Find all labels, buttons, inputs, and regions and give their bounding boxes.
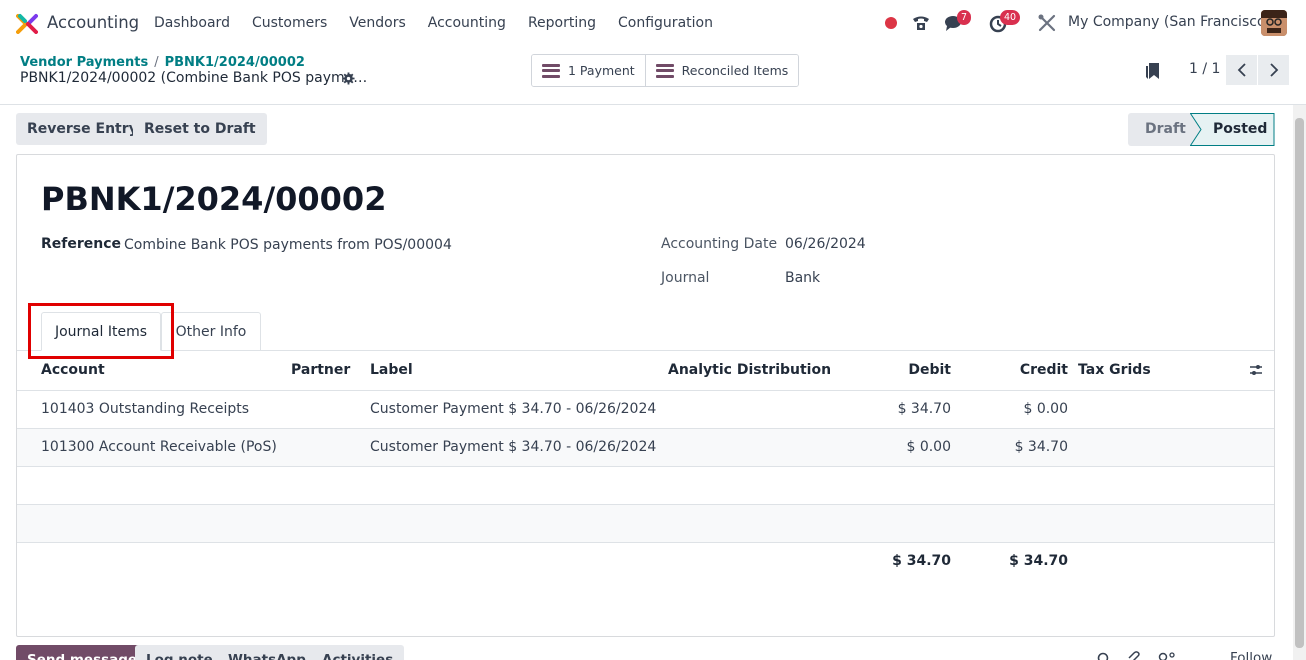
main-menu: Dashboard Customers Vendors Accounting R… xyxy=(143,0,724,46)
table-divider xyxy=(17,390,1274,391)
menu-reporting[interactable]: Reporting xyxy=(517,15,607,31)
menu-accounting[interactable]: Accounting xyxy=(417,15,517,31)
top-navbar: Accounting Dashboard Customers Vendors A… xyxy=(0,0,1306,46)
followers-icon[interactable] xyxy=(1157,651,1179,660)
recording-indicator-icon[interactable] xyxy=(885,17,897,29)
activities-badge: 40 xyxy=(1000,10,1021,25)
send-message-button[interactable]: Send message xyxy=(16,645,149,660)
log-note-button[interactable]: Log note xyxy=(135,645,224,660)
payment-smart-button[interactable]: 1 Payment xyxy=(532,55,645,86)
menu-customers[interactable]: Customers xyxy=(241,15,338,31)
smart-buttons: 1 Payment Reconciled Items xyxy=(531,54,800,87)
reset-to-draft-button[interactable]: Reset to Draft xyxy=(133,113,267,145)
status-posted[interactable]: Posted xyxy=(1213,113,1267,146)
chevron-left-icon xyxy=(1237,63,1246,77)
journal-field[interactable]: Bank xyxy=(785,270,820,286)
table-divider xyxy=(17,466,1274,467)
gear-icon[interactable] xyxy=(342,72,355,85)
col-tax-grids[interactable]: Tax Grids xyxy=(1078,362,1151,378)
col-label[interactable]: Label xyxy=(370,362,413,378)
whatsapp-button[interactable]: WhatsApp xyxy=(217,645,317,660)
pager-previous-button[interactable] xyxy=(1226,55,1257,85)
form-sheet xyxy=(16,154,1275,637)
reference-field[interactable]: Combine Bank POS payments from POS/00004 xyxy=(124,237,452,253)
menu-dashboard[interactable]: Dashboard xyxy=(143,15,241,31)
search-icon[interactable] xyxy=(1097,652,1111,660)
reference-label: Reference xyxy=(41,236,122,252)
app-name[interactable]: Accounting xyxy=(47,13,139,32)
reverse-entry-button[interactable]: Reverse Entry xyxy=(16,113,149,145)
journal-label: Journal xyxy=(661,270,710,286)
accounting-app-icon[interactable] xyxy=(16,12,38,34)
menu-vendors[interactable]: Vendors xyxy=(338,15,416,31)
messages-badge: 7 xyxy=(957,10,972,25)
row-debit[interactable]: $ 0.00 xyxy=(851,439,951,455)
highlight-box xyxy=(28,303,174,359)
reconciled-items-label: Reconciled Items xyxy=(681,63,789,78)
breadcrumb: Vendor Payments / PBNK1/2024/00002 xyxy=(20,55,305,70)
list-icon xyxy=(542,63,560,78)
menu-configuration[interactable]: Configuration xyxy=(607,15,724,31)
accounting-date-field[interactable]: 06/26/2024 xyxy=(785,236,866,252)
col-debit[interactable]: Debit xyxy=(851,362,951,378)
empty-row-background xyxy=(17,505,1274,543)
col-partner[interactable]: Partner xyxy=(291,362,350,378)
payment-smart-label: 1 Payment xyxy=(568,63,635,78)
paperclip-icon[interactable] xyxy=(1127,651,1141,660)
reconciled-items-button[interactable]: Reconciled Items xyxy=(644,55,799,86)
col-credit[interactable]: Credit xyxy=(968,362,1068,378)
optional-columns-icon[interactable] xyxy=(1249,363,1263,377)
row-account[interactable]: 101403 Outstanding Receipts xyxy=(41,401,249,417)
row-credit[interactable]: $ 0.00 xyxy=(968,401,1068,417)
user-avatar[interactable] xyxy=(1261,10,1287,36)
table-divider xyxy=(17,542,1274,543)
scrollbar-thumb[interactable] xyxy=(1295,118,1304,648)
breadcrumb-vendor-payments[interactable]: Vendor Payments xyxy=(20,55,148,70)
pager-next-button[interactable] xyxy=(1258,55,1289,85)
col-analytic-distribution[interactable]: Analytic Distribution xyxy=(668,362,831,378)
accounting-date-label: Accounting Date xyxy=(661,236,778,252)
row-credit[interactable]: $ 34.70 xyxy=(968,439,1068,455)
activities-button[interactable]: Activities xyxy=(311,645,405,660)
row-account[interactable]: 101300 Account Receivable (PoS) xyxy=(41,439,277,455)
record-title: PBNK1/2024/00002 (Combine Bank POS payme… xyxy=(20,70,368,86)
row-debit[interactable]: $ 34.70 xyxy=(851,401,951,417)
follow-button[interactable]: Follow xyxy=(1230,650,1272,660)
phone-icon[interactable] xyxy=(910,12,932,34)
list-icon xyxy=(655,63,674,78)
tools-icon[interactable] xyxy=(1036,12,1058,34)
move-name: PBNK1/2024/00002 xyxy=(41,180,387,218)
total-debit: $ 34.70 xyxy=(892,553,951,569)
tab-other-info[interactable]: Other Info xyxy=(161,312,261,351)
breadcrumb-record[interactable]: PBNK1/2024/00002 xyxy=(165,55,305,70)
breadcrumb-separator: / xyxy=(154,55,159,70)
pager-value[interactable]: 1 / 1 xyxy=(1189,61,1220,77)
control-panel: Vendor Payments / PBNK1/2024/00002 PBNK1/2… xyxy=(0,46,1306,105)
company-switcher[interactable]: My Company (San Francisco) xyxy=(1068,14,1271,30)
row-label[interactable]: Customer Payment $ 34.70 - 06/26/2024 xyxy=(370,401,656,417)
row-label[interactable]: Customer Payment $ 34.70 - 06/26/2024 xyxy=(370,439,656,455)
bookmarks-icon[interactable] xyxy=(1145,62,1161,80)
col-account[interactable]: Account xyxy=(41,362,105,378)
total-credit: $ 34.70 xyxy=(1009,553,1068,569)
chevron-right-icon xyxy=(1269,63,1278,77)
